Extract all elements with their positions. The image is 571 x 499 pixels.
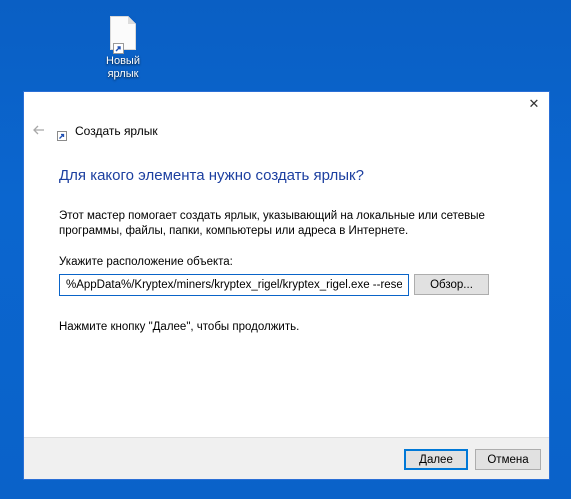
page-heading: Для какого элемента нужно создать ярлык? bbox=[59, 167, 364, 184]
location-label: Укажите расположение объекта: bbox=[59, 256, 233, 268]
file-icon bbox=[110, 16, 136, 54]
wizard-title: Создать ярлык bbox=[75, 124, 158, 138]
shortcut-arrow-icon bbox=[113, 43, 124, 54]
browse-button[interactable]: Обзор... bbox=[414, 274, 489, 295]
close-icon: ✕ bbox=[528, 96, 540, 111]
desktop-shortcut[interactable]: Новый ярлык bbox=[96, 16, 150, 81]
back-arrow-icon bbox=[33, 125, 44, 135]
description-text: Этот мастер помогает создать ярлык, указ… bbox=[59, 210, 485, 237]
location-input[interactable] bbox=[59, 274, 409, 296]
back-button[interactable] bbox=[32, 123, 46, 137]
next-button[interactable]: Далее bbox=[404, 449, 468, 470]
create-shortcut-dialog: ✕ Создать ярлык Для какого элемента нужн… bbox=[23, 91, 550, 480]
shortcut-icon bbox=[57, 128, 67, 141]
continue-hint: Нажмите кнопку "Далее", чтобы продолжить… bbox=[59, 321, 300, 333]
cancel-button[interactable]: Отмена bbox=[475, 449, 541, 470]
close-button[interactable]: ✕ bbox=[519, 92, 549, 116]
desktop-shortcut-label: Новый ярлык bbox=[106, 55, 140, 80]
dialog-footer: Далее Отмена bbox=[24, 437, 549, 479]
